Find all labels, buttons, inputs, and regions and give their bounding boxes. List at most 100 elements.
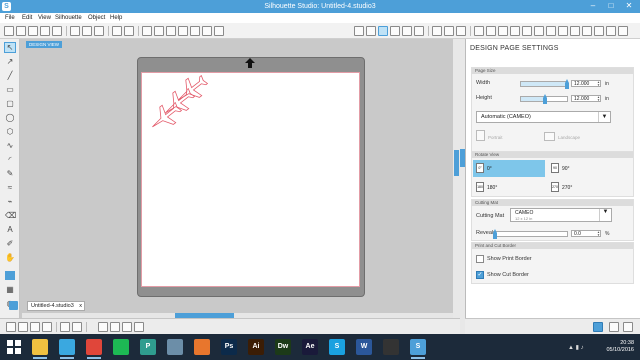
document-tab[interactable]: Untitled-4.studio3 x <box>27 301 85 311</box>
add-tab-icon[interactable] <box>9 301 18 310</box>
height-input[interactable]: 12.000 ▲ ▼ <box>571 95 601 102</box>
library-icon[interactable] <box>432 26 442 36</box>
cutting-mat-dropdown[interactable]: CAMEO 12 x 12 in ▼ <box>510 208 612 222</box>
text-style-icon[interactable] <box>510 26 520 36</box>
height-slider-thumb[interactable] <box>543 94 547 104</box>
portrait-icon[interactable] <box>476 130 485 141</box>
transform-icon[interactable] <box>522 26 532 36</box>
airplane-shapes[interactable] <box>145 75 217 137</box>
curve-tool-icon[interactable]: ∿ <box>5 141 15 150</box>
send-to-silhouette-icon[interactable] <box>593 322 603 332</box>
help-icon[interactable] <box>618 26 628 36</box>
landscape-icon[interactable] <box>544 132 555 141</box>
polygon-tool-icon[interactable]: ⬡ <box>5 127 15 136</box>
print-cut-icon[interactable] <box>52 26 62 36</box>
edit-points-icon[interactable]: ↗ <box>5 57 15 66</box>
taskbar-after-effects-icon[interactable]: Ae <box>302 339 318 355</box>
rotate-270-option[interactable]: 270 270° <box>548 179 618 196</box>
cut-icon[interactable] <box>70 26 80 36</box>
taskbar-media-icon[interactable] <box>59 339 75 359</box>
taskbar-photo-app-2-icon[interactable] <box>167 339 183 355</box>
rotate-0-option[interactable]: 0° 0° <box>473 160 545 177</box>
redo-icon[interactable] <box>124 26 134 36</box>
fill-color-icon[interactable] <box>474 26 484 36</box>
zoom-out-icon[interactable] <box>166 26 176 36</box>
pan-tool-icon[interactable]: ✋ <box>5 253 15 262</box>
line-style-icon[interactable] <box>498 26 508 36</box>
zoom-drag-icon[interactable] <box>190 26 200 36</box>
cut-settings-icon[interactable] <box>402 26 412 36</box>
copy-icon[interactable] <box>82 26 92 36</box>
landscape-label[interactable]: Landscape <box>558 135 580 140</box>
zoom-in-icon[interactable] <box>154 26 164 36</box>
line-color-icon[interactable] <box>486 26 496 36</box>
replicate-icon[interactable] <box>534 26 544 36</box>
taskbar-spotify-icon[interactable] <box>113 339 129 355</box>
rounded-rect-tool-icon[interactable]: ▢ <box>5 99 15 108</box>
windows-start-icon[interactable] <box>6 339 22 355</box>
duplicate-icon[interactable] <box>60 322 70 332</box>
menu-silhouette[interactable]: Silhouette <box>55 15 82 21</box>
rotate-90-option[interactable]: 90 90° <box>548 160 618 177</box>
height-slider[interactable] <box>520 94 568 104</box>
freehand-tool-icon[interactable]: ✎ <box>5 169 15 178</box>
close-icon[interactable]: ✕ <box>620 0 638 13</box>
paste-icon[interactable] <box>94 26 104 36</box>
delete-icon[interactable] <box>72 322 82 332</box>
zoom-fit-icon[interactable] <box>202 26 212 36</box>
send-icon[interactable] <box>414 26 424 36</box>
store-icon[interactable] <box>444 26 454 36</box>
new-document-icon[interactable] <box>4 26 14 36</box>
registration-icon[interactable] <box>390 26 400 36</box>
reveal-slider[interactable] <box>493 229 568 239</box>
arc-tool-icon[interactable]: ◜ <box>5 155 15 164</box>
menu-help[interactable]: Help <box>110 15 122 21</box>
offset-quick-icon[interactable] <box>110 322 120 332</box>
align-icon[interactable] <box>366 26 376 36</box>
panel-settings-icon[interactable] <box>609 322 619 332</box>
undo-icon[interactable] <box>112 26 122 36</box>
menu-edit[interactable]: Edit <box>22 15 32 21</box>
save-icon[interactable] <box>28 26 38 36</box>
design-view-icon[interactable] <box>456 26 466 36</box>
minimize-icon[interactable]: – <box>584 0 602 13</box>
layers-icon[interactable] <box>594 26 604 36</box>
vertical-scroll-thumb[interactable] <box>454 150 459 176</box>
taskbar-sketchbook-icon[interactable] <box>383 339 399 355</box>
taskbar-dreamweaver-icon[interactable]: Dw <box>275 339 291 355</box>
text-tool-icon[interactable]: A <box>5 225 15 234</box>
make-compound-icon[interactable] <box>30 322 40 332</box>
print-icon[interactable] <box>40 26 50 36</box>
taskbar-illustrator-icon[interactable]: Ai <box>248 339 264 355</box>
system-tray[interactable]: ▲ ▮ ♪ <box>568 344 584 351</box>
taskbar-clock[interactable]: 20:38 05/10/2016 <box>594 340 634 354</box>
show-print-border-checkbox[interactable] <box>476 255 484 263</box>
release-compound-icon[interactable] <box>42 322 52 332</box>
grid-icon[interactable] <box>354 26 364 36</box>
select-tool-icon[interactable]: ↖ <box>4 42 16 53</box>
menu-view[interactable]: View <box>38 15 51 21</box>
trace-icon[interactable] <box>570 26 580 36</box>
smooth-freehand-icon[interactable]: ≈ <box>5 183 15 192</box>
portrait-label[interactable]: Portrait <box>488 135 503 140</box>
show-cut-border-label[interactable]: Show Cut Border <box>487 272 529 278</box>
maximize-icon[interactable]: □ <box>602 0 620 13</box>
taskbar-file-explorer-icon[interactable] <box>32 339 48 359</box>
offset-icon[interactable] <box>558 26 568 36</box>
width-input[interactable]: 12.000 ▲ ▼ <box>571 80 601 87</box>
taskbar-chrome-icon[interactable] <box>86 339 102 359</box>
line-tool-icon[interactable]: ╱ <box>5 71 15 80</box>
taskbar-word-icon[interactable]: W <box>356 339 372 355</box>
rectangle-tool-icon[interactable]: ▭ <box>5 85 15 94</box>
open-icon[interactable] <box>16 26 26 36</box>
show-print-border-label[interactable]: Show Print Border <box>487 256 532 262</box>
media-tool-icon[interactable] <box>5 271 15 280</box>
taskbar-photoshop-icon[interactable]: Ps <box>221 339 237 355</box>
taskbar-firefox-icon[interactable] <box>194 339 210 355</box>
group-icon[interactable] <box>6 322 16 332</box>
show-cut-border-checkbox[interactable]: ✓ <box>476 271 484 279</box>
page-setup-icon[interactable] <box>378 26 388 36</box>
weld-icon[interactable] <box>98 322 108 332</box>
rotate-180-option[interactable]: 180 180° <box>473 179 545 196</box>
reveal-slider-thumb[interactable] <box>493 229 497 239</box>
